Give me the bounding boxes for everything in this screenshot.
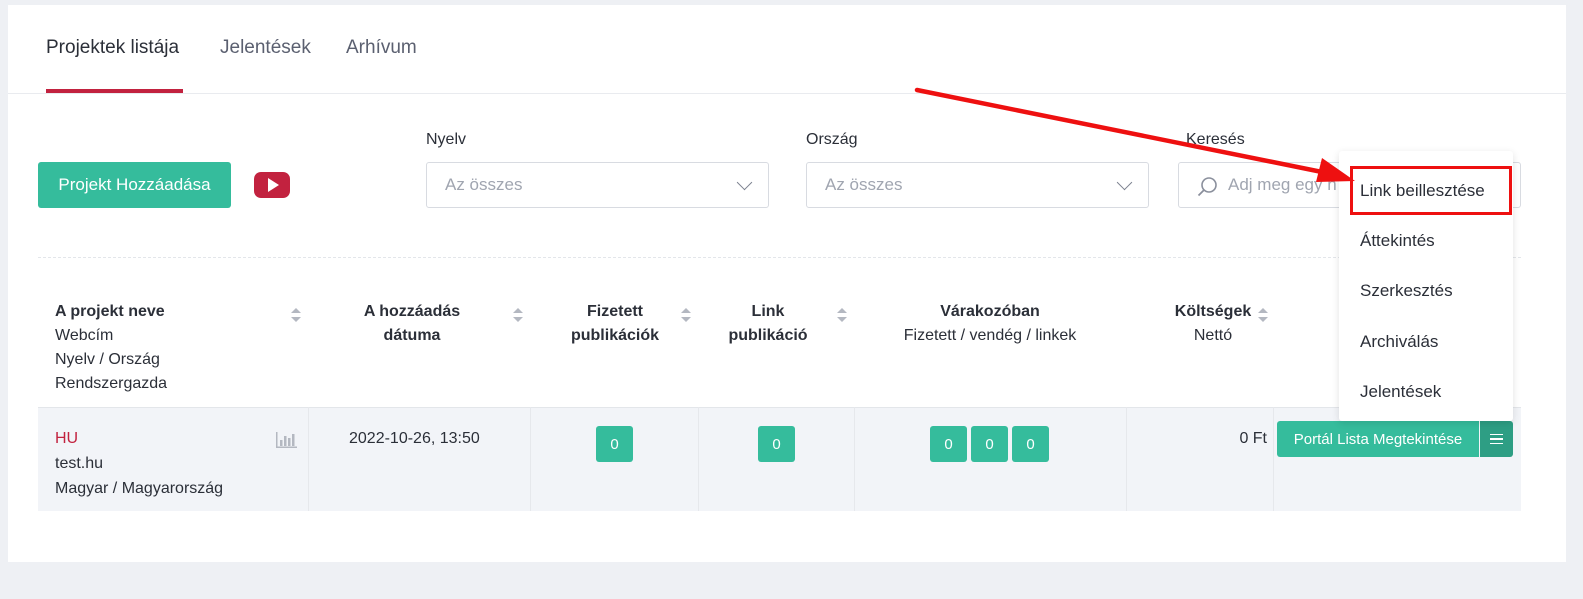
annotation-arrow [914,87,1355,182]
